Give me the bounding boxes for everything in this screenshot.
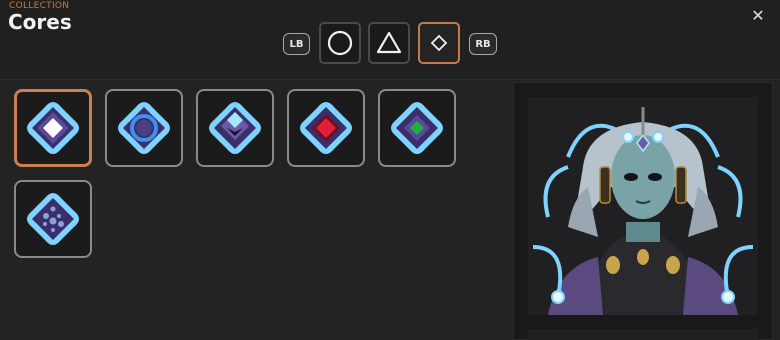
core-slot-1[interactable] bbox=[14, 89, 92, 167]
tab-circle[interactable] bbox=[319, 22, 361, 64]
core-slot-6[interactable] bbox=[14, 180, 92, 258]
preview-panel bbox=[513, 82, 773, 340]
blue-ring-core-icon bbox=[118, 102, 170, 154]
close-icon[interactable]: ✕ bbox=[750, 8, 766, 24]
android-portrait-image bbox=[528, 97, 758, 315]
split-diamond-core-icon bbox=[209, 102, 261, 154]
preview-footer bbox=[528, 329, 758, 340]
tab-triangle[interactable] bbox=[368, 22, 410, 64]
red-core-icon bbox=[300, 102, 352, 154]
dotted-core-icon bbox=[27, 193, 79, 245]
tab-diamond[interactable] bbox=[418, 22, 460, 64]
page-title: Cores bbox=[8, 10, 72, 34]
white-diamond-core-icon bbox=[27, 102, 79, 154]
character-portrait bbox=[528, 97, 758, 315]
circle-icon bbox=[327, 30, 353, 56]
header: COLLECTION Cores ✕ LB RB bbox=[0, 0, 780, 80]
green-core-icon bbox=[391, 102, 443, 154]
rb-button[interactable]: RB bbox=[469, 33, 497, 55]
core-slot-3[interactable] bbox=[196, 89, 274, 167]
core-slot-4[interactable] bbox=[287, 89, 365, 167]
triangle-icon bbox=[376, 31, 402, 54]
core-slot-5[interactable] bbox=[378, 89, 456, 167]
lb-button[interactable]: LB bbox=[283, 33, 310, 55]
diamond-icon bbox=[430, 34, 448, 52]
core-slot-2[interactable] bbox=[105, 89, 183, 167]
